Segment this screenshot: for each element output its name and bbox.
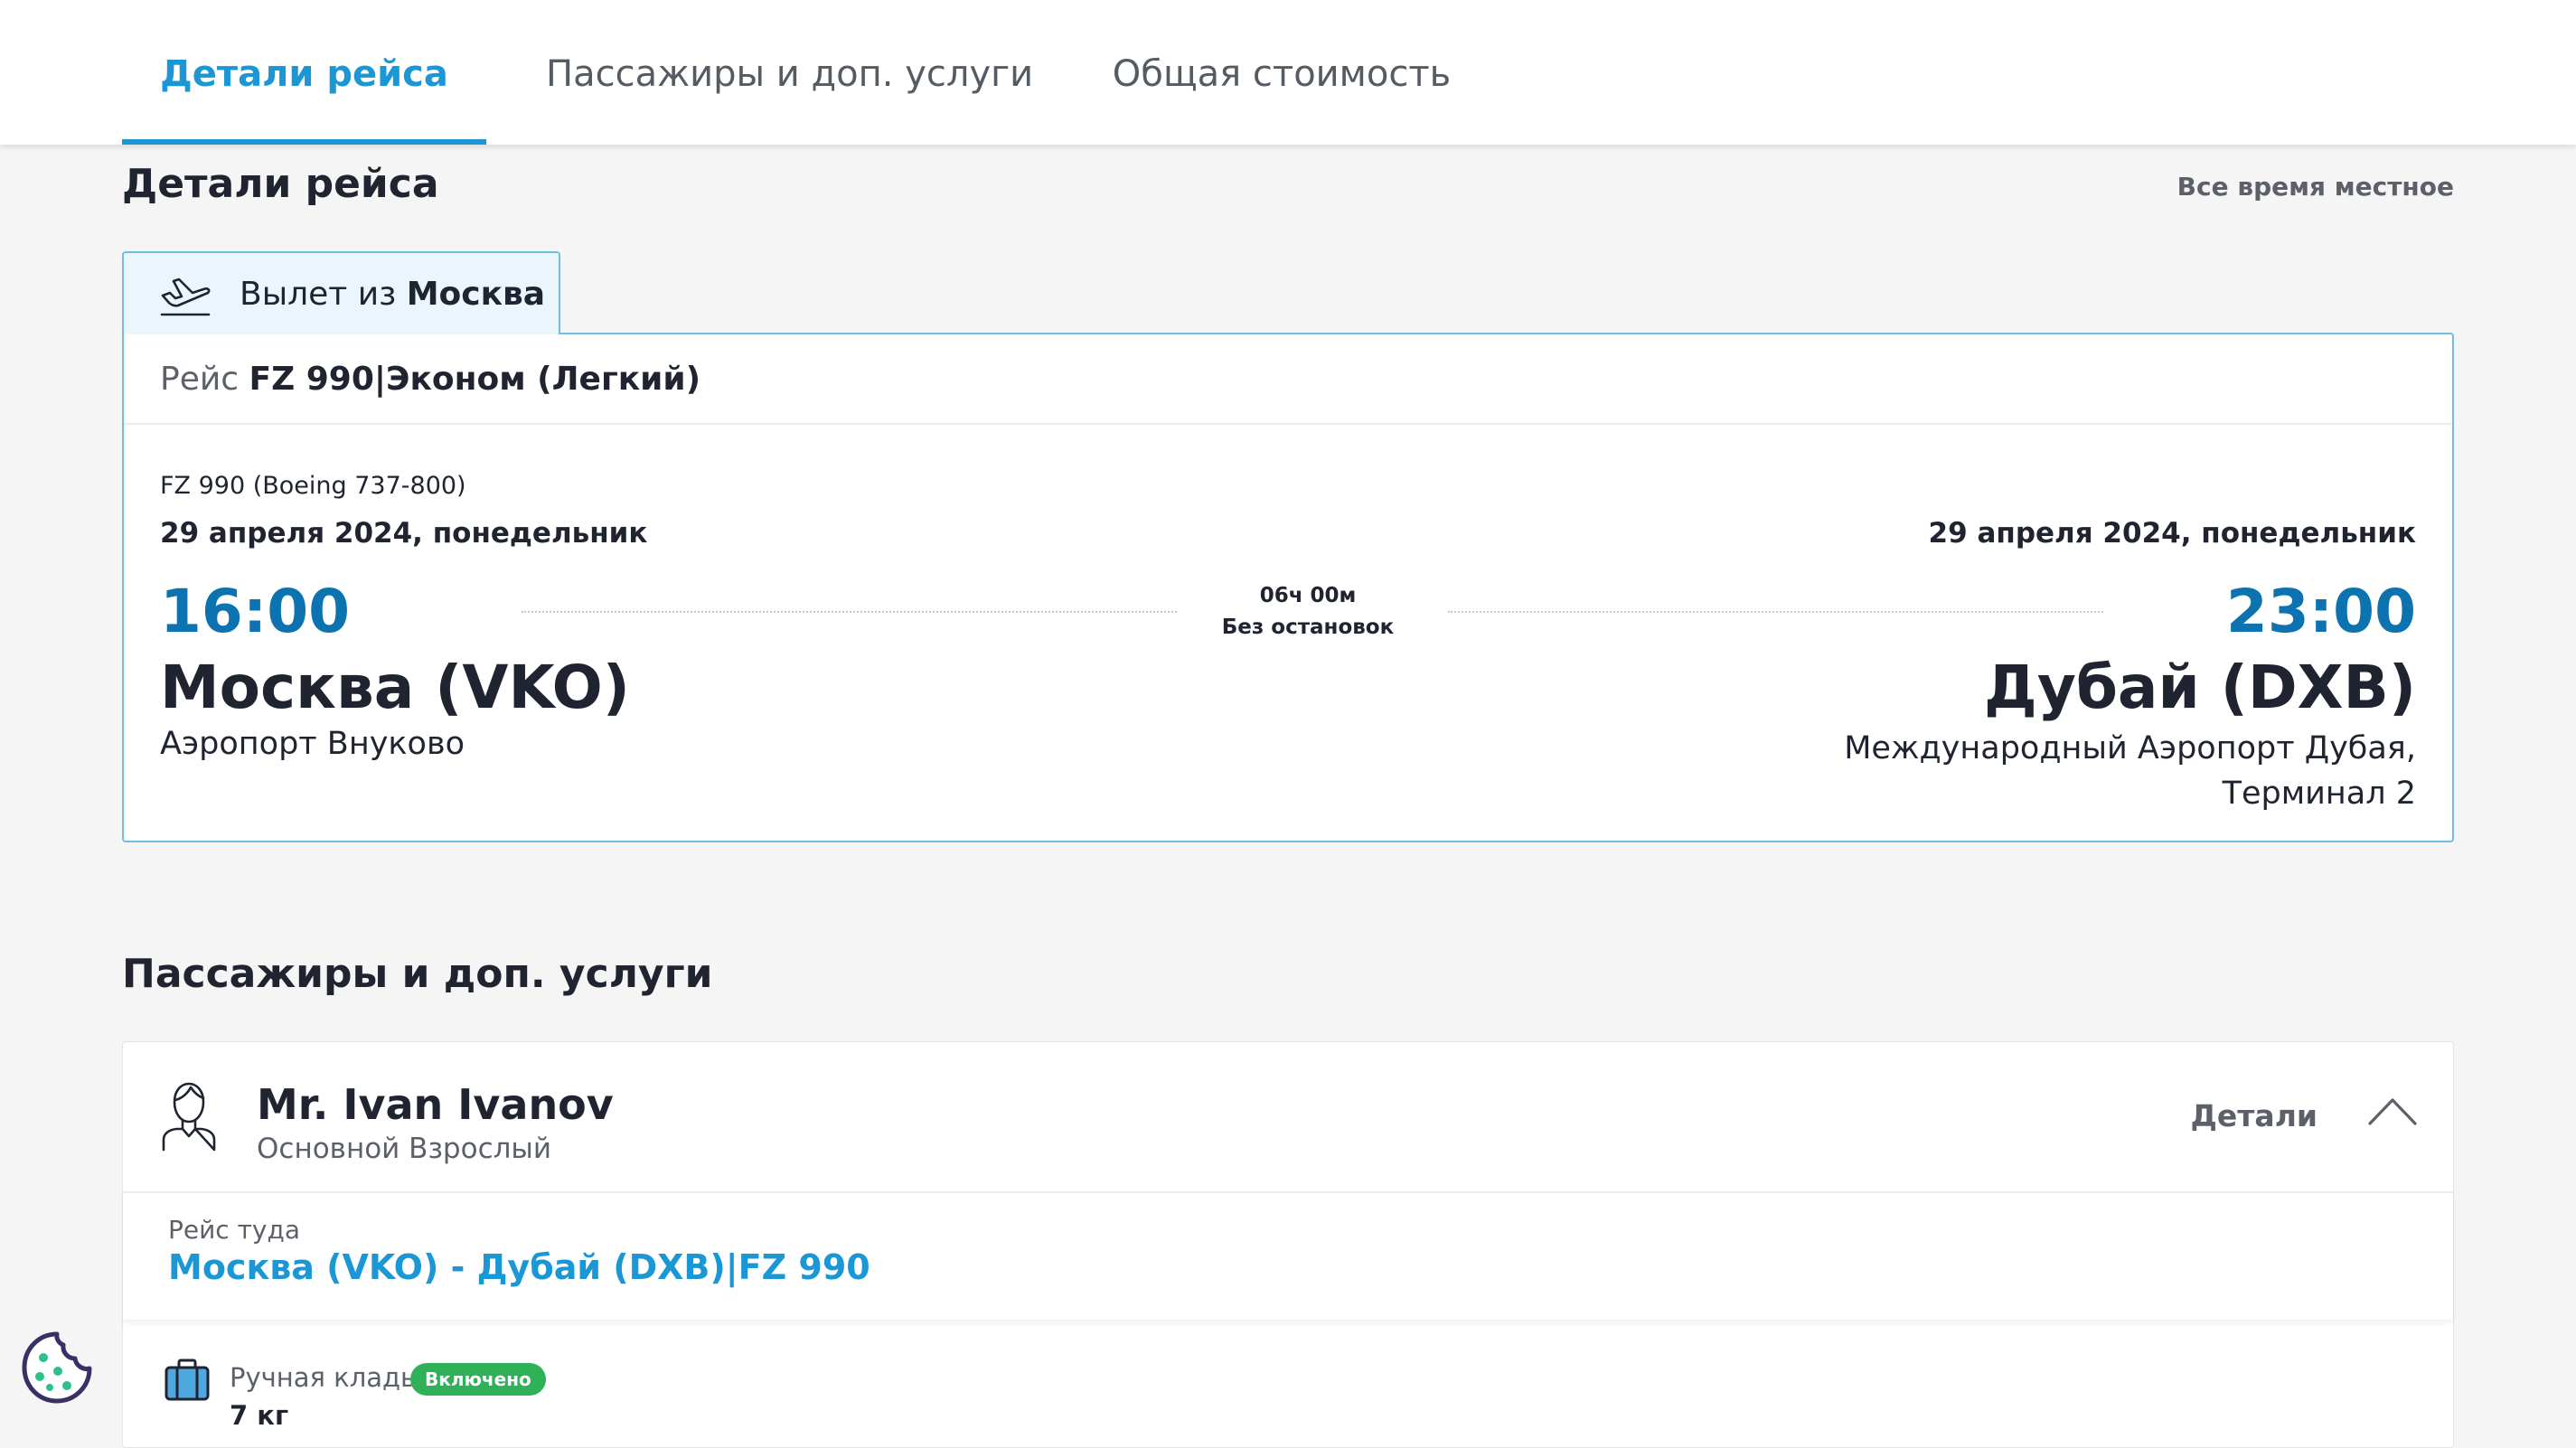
route-line-right	[1448, 611, 2103, 613]
passenger-card: Mr. Ivan Ivanov Основной Взрослый Детали…	[122, 1041, 2454, 1448]
flight-card: Рейс FZ 990|Эконом (Легкий) FZ 990 (Boei…	[122, 333, 2454, 842]
departure-date: 29 апреля 2024, понедельник	[160, 517, 648, 550]
passenger-name: Mr. Ivan Ivanov	[257, 1080, 614, 1129]
local-time-note: Все время местное	[2176, 172, 2454, 202]
duration-value: 06ч 00м	[1259, 584, 1357, 607]
departure-tab[interactable]: Вылет из Москва	[122, 251, 560, 334]
included-badge: Включено	[410, 1363, 546, 1396]
arrival-airport: Международный Аэропорт Дубая, Терминал 2	[1844, 726, 2416, 816]
passenger-details-toggle[interactable]: Детали	[2191, 1098, 2317, 1133]
passenger-header[interactable]: Mr. Ivan Ivanov Основной Взрослый Детали	[123, 1042, 2453, 1193]
hand-baggage-label: Ручная кладь	[230, 1362, 417, 1393]
tab-passengers-services[interactable]: Пассажиры и доп. услуги	[546, 0, 1033, 145]
passengers-title: Пассажиры и доп. услуги	[122, 951, 713, 997]
suitcase-icon	[165, 1359, 210, 1401]
departure-time: 16:00	[160, 577, 351, 646]
top-tab-bar: Детали рейса Пассажиры и доп. услуги Общ…	[0, 0, 2576, 145]
departure-airport: Аэропорт Внуково	[160, 726, 465, 762]
hand-baggage-weight: 7 кг	[230, 1400, 289, 1431]
person-icon	[162, 1082, 216, 1152]
flight-details-title: Детали рейса	[122, 161, 439, 207]
outbound-route-link[interactable]: Москва (VKO) - Дубай (DXB)|FZ 990	[168, 1247, 870, 1287]
passenger-type: Основной Взрослый	[257, 1133, 552, 1165]
tab-flight-details[interactable]: Детали рейса	[122, 0, 486, 145]
flight-card-header: Рейс FZ 990|Эконом (Легкий)	[124, 334, 2452, 425]
plane-takeoff-icon	[160, 277, 211, 316]
chevron-up-icon[interactable]	[2366, 1095, 2419, 1127]
route-line-left	[522, 611, 1177, 613]
tab-total-cost[interactable]: Общая стоимость	[1101, 0, 1462, 145]
stops-value: Без остановок	[1221, 616, 1395, 639]
departure-tab-label: Вылет из Москва	[240, 275, 546, 313]
outbound-label: Рейс туда	[168, 1215, 301, 1245]
outbound-route: Рейс туда Москва (VKO) - Дубай (DXB)|FZ …	[123, 1193, 2453, 1320]
arrival-city: Дубай (DXB)	[1984, 653, 2416, 722]
flight-duration: 06ч 00м Без остановок	[1190, 580, 1425, 644]
arrival-airport-name: Международный Аэропорт Дубая,	[1844, 730, 2416, 766]
arrival-date: 29 апреля 2024, понедельник	[1928, 517, 2416, 550]
flight-label: Рейс	[160, 361, 240, 398]
departure-city: Москва (VKO)	[160, 653, 630, 722]
arrival-terminal: Терминал 2	[2222, 776, 2416, 812]
cookie-icon[interactable]	[20, 1330, 94, 1405]
aircraft-info: FZ 990 (Boeing 737-800)	[160, 472, 466, 500]
flight-number-class: FZ 990|Эконом (Легкий)	[249, 361, 701, 398]
arrival-time: 23:00	[2225, 577, 2416, 646]
